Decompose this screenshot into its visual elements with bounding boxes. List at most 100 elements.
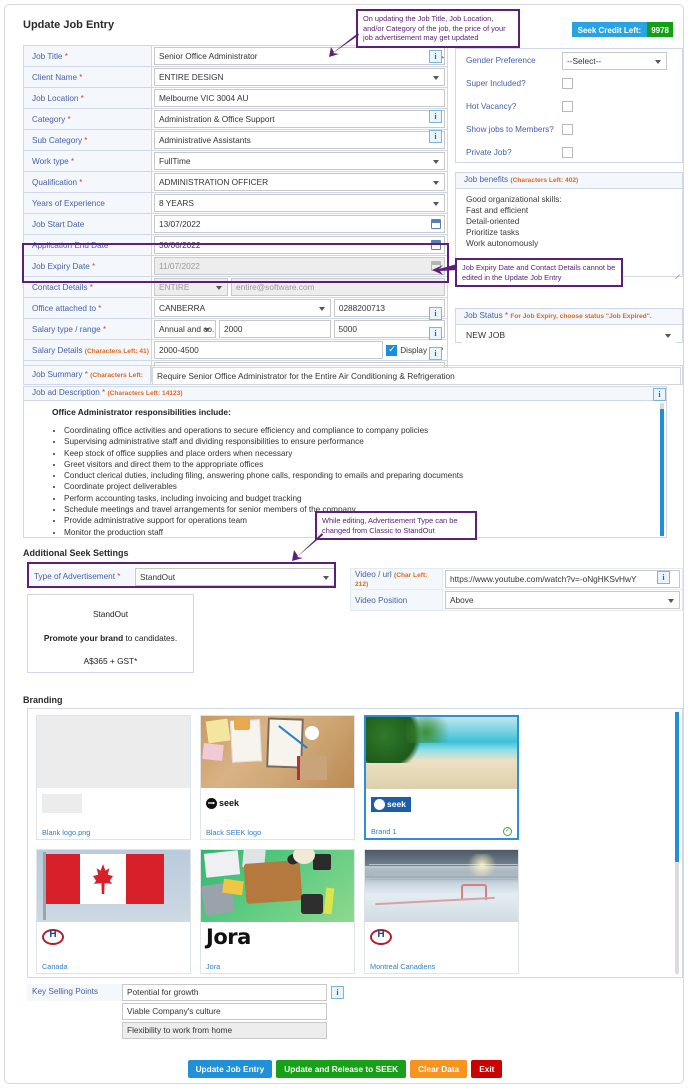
- checkbox-hot-vacancy[interactable]: [562, 101, 573, 112]
- branding-logo: [365, 922, 518, 952]
- row-salary-type-range: Salary type / range * Annual and co... 2…: [23, 318, 448, 340]
- seek-credit-value: 9978: [647, 22, 673, 37]
- scrollbar-thumb[interactable]: [675, 712, 679, 862]
- branding-card-canada[interactable]: Canada: [36, 849, 191, 974]
- input-salary-min[interactable]: 2000: [219, 320, 331, 338]
- annotation-arrow-2: [432, 264, 457, 275]
- select-years-experience[interactable]: 8 YEARS: [154, 194, 445, 212]
- ksp-row-1: Key Selling Points Potential for growth …: [27, 984, 347, 1001]
- pref-private-job: Private Job?: [456, 141, 682, 164]
- scrollbar-thumb[interactable]: [660, 409, 664, 536]
- branding-logo: [37, 788, 190, 818]
- exit-button[interactable]: Exit: [471, 1060, 503, 1078]
- row-job-location: Job Location * Melbourne VIC 3004 AU: [23, 87, 448, 109]
- select-category[interactable]: Administration & Office Support: [154, 110, 445, 128]
- annotation-cannot-edit: Job Expiry Date and Contact Details cann…: [455, 258, 623, 288]
- label-job-expiry-date: Job Expiry Date *: [23, 255, 152, 277]
- display-ad-checkbox[interactable]: [386, 344, 398, 356]
- label-job-location: Job Location *: [23, 87, 152, 109]
- branding-scrollbar[interactable]: [675, 712, 679, 974]
- label-years-experience: Years of Experience: [23, 192, 152, 214]
- list-item: Conduct clerical duties, including filin…: [64, 470, 656, 481]
- input-key-selling-point-1[interactable]: Potential for growth: [122, 984, 327, 1001]
- input-job-title[interactable]: Senior Office Administrator: [154, 47, 445, 65]
- branding-card-name: Black SEEK logo: [206, 828, 262, 837]
- select-job-status[interactable]: NEW JOB: [462, 327, 676, 345]
- input-application-end-date[interactable]: 30/06/2022: [154, 236, 445, 254]
- key-selling-points-section: Key Selling Points Potential for growth …: [27, 984, 347, 1041]
- blank-logo-icon: [42, 793, 82, 813]
- input-job-summary[interactable]: Require Senior Office Administrator for …: [152, 367, 681, 385]
- info-icon-job-title[interactable]: i: [429, 50, 442, 63]
- row-office-attached-to: Office attached to * CANBERRA 0288200713: [23, 297, 448, 319]
- branding-thumbnail: [37, 716, 190, 788]
- job-ad-description-header: Job ad Description * (Characters Left: 1…: [24, 387, 666, 401]
- branding-card-brand-1[interactable]: seek Brand 1 ✓: [364, 715, 519, 840]
- list-item: Supervising administrative staff and div…: [64, 436, 656, 447]
- label-contact-details: Contact Details *: [23, 276, 152, 298]
- jora-logo-icon: Jora: [206, 925, 251, 949]
- job-status-panel: Job Status * For Job Expiry, choose stat…: [455, 308, 683, 345]
- input-job-location[interactable]: Melbourne VIC 3004 AU: [154, 89, 445, 107]
- input-job-expiry-date: 11/07/2022: [154, 257, 445, 275]
- input-video-url[interactable]: https://www.youtube.com/watch?v=-oNgHKSv…: [445, 570, 680, 588]
- job-benefits-header: Job benefits (Characters Left: 402): [456, 173, 682, 189]
- job-details-form: Job Title * Senior Office Administrator …: [23, 45, 448, 382]
- checkbox-super-included[interactable]: [562, 78, 573, 89]
- info-icon-job-reference[interactable]: i: [429, 347, 442, 360]
- info-icon-salary-range[interactable]: i: [429, 307, 442, 320]
- select-type-of-advertisement[interactable]: StandOut: [135, 568, 335, 586]
- input-salary-details[interactable]: 2000-4500: [154, 341, 384, 359]
- select-salary-type[interactable]: Annual and co...: [154, 320, 216, 338]
- update-and-release-button[interactable]: Update and Release to SEEK: [276, 1060, 407, 1078]
- info-icon-key-selling-points[interactable]: i: [331, 986, 344, 999]
- checkbox-private-job[interactable]: [562, 147, 573, 158]
- list-item: Greet visitors and direct them to the ap…: [64, 459, 656, 470]
- branding-card-name: Blank logo.png: [42, 828, 91, 837]
- job-preferences-panel: Gender Preference --Select-- Super Inclu…: [455, 48, 683, 163]
- info-icon-category[interactable]: i: [429, 110, 442, 123]
- input-key-selling-point-2[interactable]: Viable Company's culture: [122, 1003, 327, 1020]
- update-job-entry-button[interactable]: Update Job Entry: [187, 1060, 273, 1078]
- calendar-icon[interactable]: [431, 219, 441, 229]
- branding-card-jora[interactable]: Jora Jora: [200, 849, 355, 974]
- select-office[interactable]: CANBERRA: [154, 299, 331, 317]
- input-job-start-date[interactable]: 13/07/2022: [154, 215, 445, 233]
- branding-card-name: Montreal Canadiens: [370, 962, 436, 971]
- calendar-icon[interactable]: [431, 240, 441, 250]
- video-settings-table: Video / url (Char Left: 212) https://www…: [350, 568, 683, 611]
- row-job-title: Job Title * Senior Office Administrator: [23, 45, 448, 67]
- job-benefits-textarea[interactable]: Good organizational skills: Fast and eff…: [456, 189, 682, 249]
- info-icon-salary-details[interactable]: i: [429, 327, 442, 340]
- branding-card-blank-logo[interactable]: Blank logo.png: [36, 715, 191, 840]
- description-scrollbar[interactable]: [660, 403, 664, 536]
- select-work-type[interactable]: FullTime: [154, 152, 445, 170]
- list-item: Keep stock of office supplies and place …: [64, 448, 656, 459]
- resize-handle-icon[interactable]: [674, 269, 680, 275]
- info-icon-sub-category[interactable]: i: [429, 130, 442, 143]
- seek-credit-label: Seek Credit Left:: [571, 22, 648, 37]
- checkbox-show-jobs-to-members[interactable]: [562, 124, 573, 135]
- info-icon-video-url[interactable]: i: [657, 571, 670, 584]
- row-type-of-advertisement: Type of Advertisement * StandOut: [30, 568, 335, 586]
- annotation-price-update: On updating the Job Title, Job Location,…: [356, 9, 520, 48]
- info-icon-job-ad-description[interactable]: i: [653, 388, 666, 401]
- label-show-jobs-to-members: Show jobs to Members?: [466, 125, 554, 134]
- select-gender-preference[interactable]: --Select--: [562, 51, 667, 70]
- canadiens-logo-icon: [370, 929, 392, 945]
- clear-data-button[interactable]: Clear Data: [410, 1060, 468, 1078]
- annotation-ad-type: While editing, Advertisement Type can be…: [315, 511, 477, 541]
- branding-card-black-seek-logo[interactable]: seek Black SEEK logo: [200, 715, 355, 840]
- update-job-entry-page: Update Job Entry Seek Credit Left: 9978 …: [4, 4, 684, 1084]
- select-sub-category[interactable]: Administrative Assistants: [154, 131, 445, 149]
- select-qualification[interactable]: ADMINISTRATION OFFICER: [154, 173, 445, 191]
- row-qualification: Qualification * ADMINISTRATION OFFICER: [23, 171, 448, 193]
- input-key-selling-point-3[interactable]: Flexibility to work from home: [122, 1022, 327, 1039]
- branding-card-montreal-canadiens[interactable]: Montreal Canadiens: [364, 849, 519, 974]
- ad-card-tagline: Promote your brand to candidates.: [43, 633, 178, 643]
- input-contact-email: entire@software.com: [231, 278, 445, 296]
- select-client-name[interactable]: ENTIRE DESIGN: [154, 68, 445, 86]
- select-video-position[interactable]: Above: [445, 591, 680, 609]
- row-job-expiry-date: Job Expiry Date * 11/07/2022: [23, 255, 448, 277]
- canadiens-logo-icon: [42, 929, 64, 945]
